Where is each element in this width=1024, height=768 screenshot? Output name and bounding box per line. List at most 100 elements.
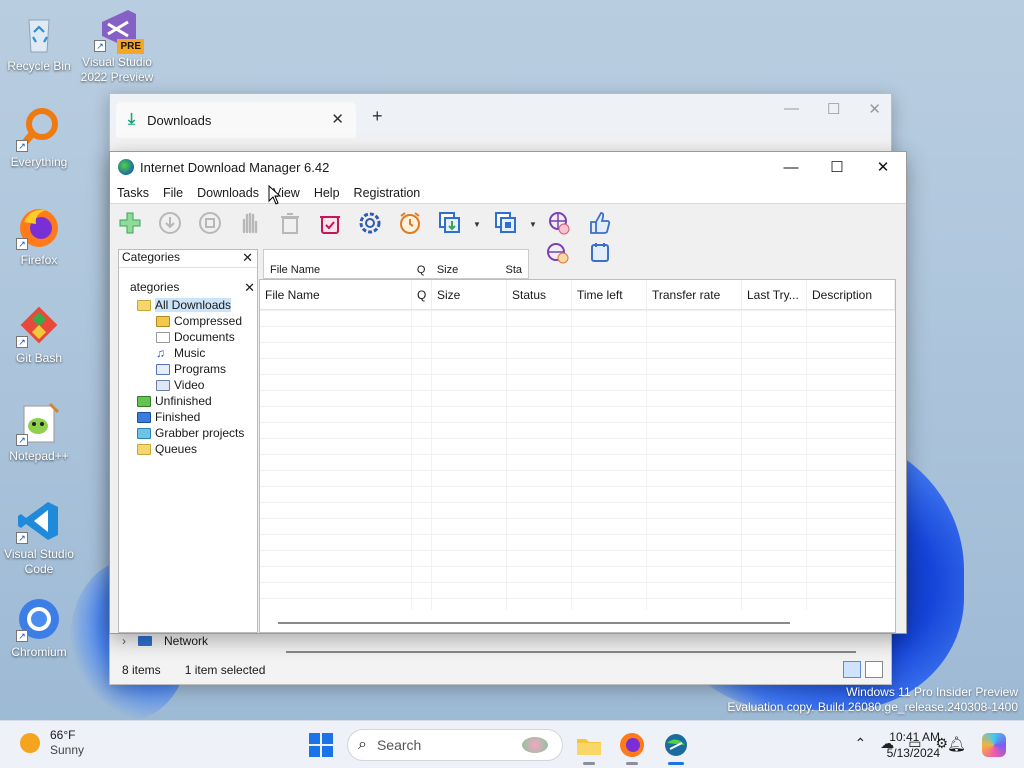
tab-downloads[interactable]: ⤓ Downloads ✕ [116,102,356,138]
running-indicator [668,762,684,765]
taskbar-clock[interactable]: 10:41 AM 5/13/2024 [887,729,940,761]
search-icon: ⌕ [358,736,367,753]
delete-icon[interactable] [275,208,305,238]
column-transfer-rate[interactable]: Transfer rate [647,280,742,309]
column-status[interactable]: Status [507,280,572,309]
maximize-button[interactable]: ☐ [827,100,840,118]
copilot-icon[interactable] [982,733,1006,757]
menu-registration[interactable]: Registration [347,186,428,200]
stop-queue-icon[interactable] [491,208,521,238]
weather-condition: Sunny [50,743,85,757]
desktop-icon-notepad-plus-plus[interactable]: ↗ Notepad++ [0,400,78,464]
tree-item-music[interactable]: ♫ Music [119,345,257,361]
desktop-icon-visual-studio[interactable]: PRE ↗ Visual Studio 2022 Preview [78,6,156,85]
column-file-name[interactable]: File Name [260,280,412,309]
start-queue-icon[interactable] [435,208,465,238]
column-time-left[interactable]: Time left [572,280,647,309]
maximize-button[interactable]: ☐ [814,152,860,182]
tell-a-friend-icon[interactable] [585,208,615,238]
tree-item-documents[interactable]: Documents [119,329,257,345]
minimize-button[interactable]: — [768,152,814,182]
minimize-button[interactable]: — [784,100,799,118]
tree-item-label: Compressed [174,314,243,328]
item-count: 8 items [122,663,161,677]
add-url-icon[interactable] [115,208,145,238]
resume-icon[interactable] [155,208,185,238]
site-grabber-icon[interactable] [543,238,573,268]
new-tab-button[interactable]: + [372,106,383,127]
categories-title: Categories [122,250,181,264]
mouse-cursor-icon [268,185,282,205]
desktop-icon-label: Firefox [20,253,58,267]
categories-close-button[interactable]: ✕ [242,250,253,266]
tree-item-label: Finished [155,410,201,424]
tree-item-compressed[interactable]: Compressed [119,313,257,329]
menu-downloads[interactable]: Downloads [190,186,266,200]
details-view-button[interactable] [843,661,861,678]
tree-item-label: Documents [174,330,235,344]
taskbar-firefox[interactable] [618,731,646,765]
tree-item-unfinished[interactable]: Unfinished [119,393,257,409]
categories-close-button[interactable]: ✕ [244,280,255,296]
column-description[interactable]: Description [807,280,895,309]
running-indicator [583,762,595,765]
idm-window[interactable]: Internet Download Manager 6.42 — ☐ ✕ Tas… [109,151,907,634]
desktop-icon-vscode[interactable]: ↗ Visual Studio Code [0,498,78,577]
desktop-icon-firefox[interactable]: ↗ Firefox [0,204,78,268]
tree-item-label: Queues [155,442,198,456]
menu-tasks[interactable]: Tasks [110,186,156,200]
program-icon [156,363,170,375]
weather-widget[interactable]: 66°F Sunny [20,728,84,758]
ghost-col-q: Q [416,264,426,276]
dropdown-arrow-icon[interactable]: ▼ [529,220,537,229]
folder-open-icon [137,299,151,311]
tree-item-all-downloads[interactable]: All Downloads [119,297,257,313]
nav-item-network[interactable]: › Network [122,634,208,648]
taskbar-file-explorer[interactable] [575,731,603,765]
delete-completed-icon[interactable] [315,208,345,238]
options-icon[interactable] [355,208,385,238]
column-size[interactable]: Size [432,280,507,309]
tiles-view-button[interactable] [865,661,883,678]
tutorial-icon[interactable] [585,238,615,268]
desktop-icon-chromium[interactable]: ↗ Chromium [0,596,78,660]
taskbar-search[interactable]: ⌕ Search [347,729,563,761]
horizontal-scrollbar[interactable] [286,651,856,653]
desktop-icon-git-bash[interactable]: ↗ Git Bash [0,302,78,366]
menu-help[interactable]: Help [307,186,347,200]
git-bash-icon: ↗ [16,302,62,348]
chromium-icon: ↗ [16,596,62,642]
horizontal-scrollbar[interactable] [278,622,790,624]
taskbar-idm[interactable] [662,731,690,765]
close-button[interactable]: ✕ [860,152,906,182]
start-button[interactable] [309,733,333,757]
unfinished-folder-icon [137,395,151,407]
menu-file[interactable]: File [156,186,190,200]
column-queue[interactable]: Q [412,280,432,309]
stop-icon[interactable] [195,208,225,238]
stop-all-icon[interactable] [235,208,265,238]
desktop-icon-recycle-bin[interactable]: Recycle Bin [0,10,78,74]
notification-bell-icon[interactable]: 🔔︎ [947,735,966,753]
grabber-icon[interactable] [543,208,573,238]
tree-item-queues[interactable]: Queues [119,441,257,457]
column-last-try[interactable]: Last Try... [742,280,807,309]
tree-item-programs[interactable]: Programs [119,361,257,377]
idm-title-bar[interactable]: Internet Download Manager 6.42 — ☐ ✕ [110,152,906,182]
download-list[interactable]: File Name Q Size Status Time left Transf… [259,279,896,633]
categories-header-ghost: Categories ✕ [119,250,257,268]
scheduler-icon[interactable] [395,208,425,238]
tab-close-button[interactable]: ✕ [331,110,344,128]
shortcut-arrow-icon: ↗ [16,140,28,152]
finished-folder-icon [137,411,151,423]
tree-item-grabber-projects[interactable]: Grabber projects [119,425,257,441]
tree-item-video[interactable]: Video [119,377,257,393]
desktop-icon-everything[interactable]: ↗ Everything [0,106,78,170]
tree-item-finished[interactable]: Finished [119,409,257,425]
tab-title: Downloads [147,112,212,128]
explorer-status-bar: 8 items 1 item selected [110,656,891,684]
close-button[interactable]: ✕ [868,100,881,118]
chevron-up-icon[interactable]: ⌃ [854,735,866,752]
desktop-icon-label: Chromium [11,645,67,659]
dropdown-arrow-icon[interactable]: ▼ [473,220,481,229]
